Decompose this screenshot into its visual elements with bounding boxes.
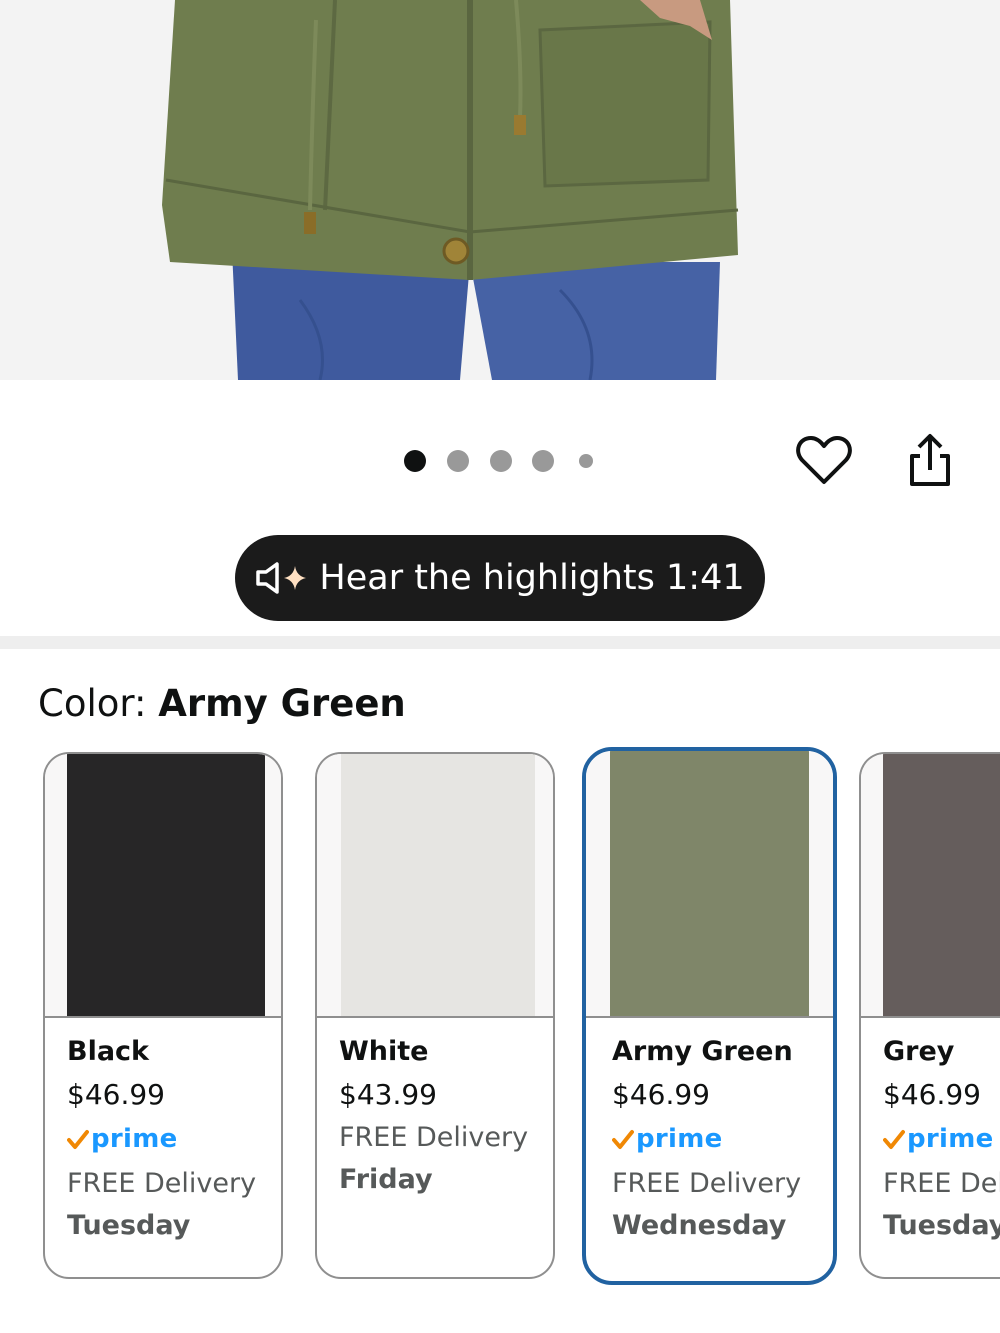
carousel-dot-2[interactable] xyxy=(447,450,469,472)
swatch-name: Army Green xyxy=(612,1036,793,1067)
carousel-dot-4[interactable] xyxy=(532,450,554,472)
swatch-image xyxy=(45,754,281,1018)
share-icon xyxy=(910,434,950,486)
swatch-price: $43.99 xyxy=(339,1078,437,1111)
swatch-color-white xyxy=(341,754,535,1016)
swatch-image xyxy=(317,754,553,1018)
prime-check-icon xyxy=(883,1130,905,1149)
delivery-day: Tuesday xyxy=(67,1210,191,1241)
swatch-image xyxy=(861,754,1000,1018)
delivery-day: Wednesday xyxy=(612,1210,787,1241)
carousel-dot-3[interactable] xyxy=(490,450,512,472)
carousel-dot-5[interactable] xyxy=(579,454,593,468)
prime-badge: prime xyxy=(883,1124,1000,1154)
delivery-text: FREE Delivery xyxy=(67,1168,257,1199)
prime-label: prime xyxy=(907,1124,994,1154)
color-swatch-black[interactable]: Black $46.99 prime FREE Delivery Tuesday xyxy=(43,752,283,1279)
color-swatch-grey[interactable]: Grey $46.99 prime FREE Delivery Tuesday xyxy=(859,752,1000,1279)
color-label: Color: xyxy=(38,682,159,725)
delivery-text: FREE Delivery xyxy=(339,1122,529,1153)
prime-badge: prime xyxy=(612,1124,833,1154)
delivery-day: Friday xyxy=(339,1164,433,1195)
swatch-price: $46.99 xyxy=(612,1078,710,1111)
prime-label: prime xyxy=(636,1124,723,1154)
swatch-color-grey xyxy=(883,754,1000,1016)
product-image[interactable] xyxy=(0,0,1000,380)
hear-highlights-button[interactable]: Hear the highlights 1:41 xyxy=(235,535,765,621)
swatch-color-army-green xyxy=(610,751,809,1016)
color-swatch-army-green[interactable]: Army Green $46.99 prime FREE Delivery We… xyxy=(582,747,837,1285)
color-swatch-white[interactable]: White $43.99 FREE Delivery Friday xyxy=(315,752,555,1279)
swatch-image xyxy=(586,751,833,1018)
heart-icon xyxy=(796,436,852,484)
prime-badge: prime xyxy=(67,1124,281,1154)
speaker-sparkle-icon xyxy=(255,561,309,595)
delivery-text: FREE Delivery xyxy=(883,1168,1000,1199)
hear-highlights-label: Hear the highlights 1:41 xyxy=(319,558,745,598)
delivery-text: FREE Delivery xyxy=(612,1168,802,1199)
section-divider xyxy=(0,636,1000,649)
swatch-name: Black xyxy=(67,1036,150,1067)
prime-check-icon xyxy=(67,1130,89,1149)
color-heading: Color: Army Green xyxy=(38,682,406,725)
swatch-name: White xyxy=(339,1036,429,1067)
swatch-price: $46.99 xyxy=(883,1078,981,1111)
jacket-photo xyxy=(162,0,739,380)
delivery-day: Tuesday xyxy=(883,1210,1000,1241)
selected-color-name: Army Green xyxy=(158,682,406,725)
prime-check-icon xyxy=(612,1130,634,1149)
swatch-price: $46.99 xyxy=(67,1078,165,1111)
share-button[interactable] xyxy=(898,428,962,492)
swatch-name: Grey xyxy=(883,1036,955,1067)
wishlist-button[interactable] xyxy=(792,428,856,492)
prime-label: prime xyxy=(91,1124,178,1154)
carousel-dot-1[interactable] xyxy=(404,450,426,472)
swatch-color-black xyxy=(67,754,265,1016)
